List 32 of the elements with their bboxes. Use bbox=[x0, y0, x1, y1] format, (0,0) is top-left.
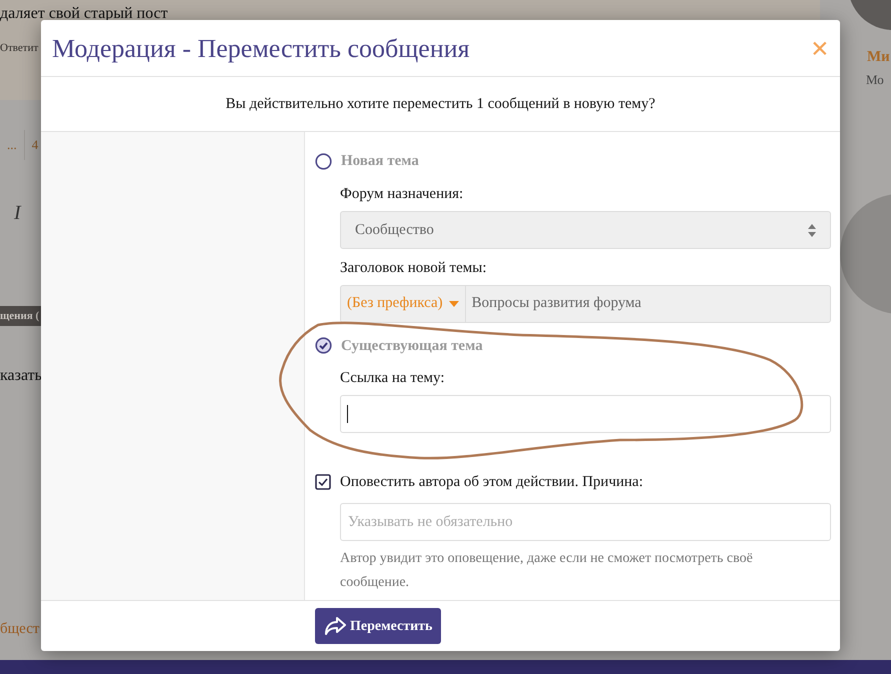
checkbox-label[interactable]: Оповестить автора об этом действии. Причина: bbox=[340, 470, 643, 493]
thread-title-bar: щения ( bbox=[0, 306, 41, 326]
modal-title: Модерация - Переместить сообщения bbox=[52, 32, 470, 64]
share-arrow-icon bbox=[324, 617, 346, 635]
radio-label[interactable]: Существующая тема bbox=[341, 334, 483, 357]
field-label: Ссылка на тему: bbox=[340, 369, 446, 388]
field-label: Форум назначения: bbox=[340, 184, 464, 204]
caret-down-icon bbox=[448, 300, 459, 306]
show-text[interactable]: казать bbox=[0, 364, 42, 388]
user-role: Мо bbox=[866, 71, 884, 89]
confirm-question: Вы действительно хотите переместить 1 сообщений в новую тему? bbox=[226, 94, 656, 114]
sort-caret-icon bbox=[808, 224, 816, 236]
help-text: Автор увидит это оповещение, даже если не сможет посмотреть своё сообщение. bbox=[340, 550, 754, 592]
move-button[interactable]: Переместить bbox=[315, 608, 442, 644]
forum-link[interactable]: бщест bbox=[0, 618, 40, 640]
link-input[interactable] bbox=[340, 394, 831, 432]
checkbox-checked-icon[interactable] bbox=[315, 474, 331, 490]
post-text: даляет свой старый пост bbox=[0, 4, 168, 24]
italic-button[interactable]: I bbox=[14, 198, 21, 228]
reason-input[interactable]: Указывать не обязательно bbox=[340, 503, 831, 541]
radio-icon[interactable] bbox=[315, 152, 332, 170]
reply-link[interactable]: Ответит bbox=[0, 40, 38, 56]
forum-select[interactable]: Сообщество bbox=[340, 211, 831, 249]
page-link[interactable]: ... bbox=[0, 130, 25, 160]
radio-checked-icon[interactable] bbox=[315, 337, 332, 354]
prefix-dropdown[interactable]: (Без префикса) bbox=[341, 286, 466, 322]
field-label: Заголовок новой темы: bbox=[340, 259, 488, 278]
title-field[interactable]: (Без префикса) Вопросы развития форума bbox=[340, 284, 831, 322]
user-name[interactable]: Ми bbox=[867, 46, 890, 68]
radio-label[interactable]: Новая тема bbox=[341, 150, 419, 172]
text-cursor bbox=[347, 404, 348, 422]
close-button[interactable]: × bbox=[810, 32, 829, 64]
